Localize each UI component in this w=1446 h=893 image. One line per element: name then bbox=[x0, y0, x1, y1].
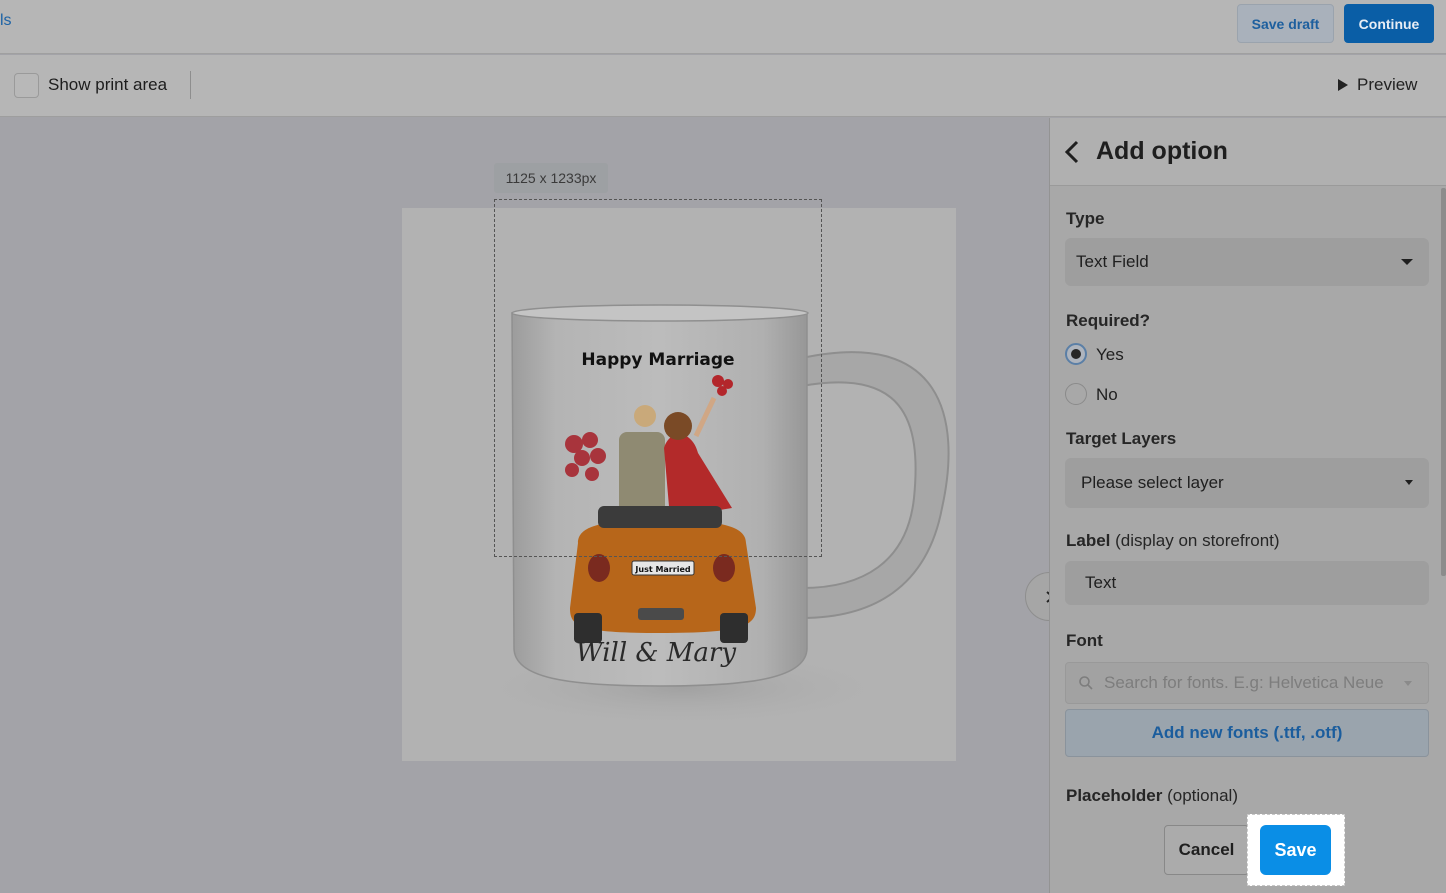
panel-title: Add option bbox=[1096, 137, 1228, 165]
save-button[interactable]: Save bbox=[1260, 825, 1331, 875]
dimension-badge: 1125 x 1233px bbox=[494, 163, 608, 193]
back-icon[interactable] bbox=[1058, 138, 1086, 166]
preview-label: Preview bbox=[1357, 75, 1418, 94]
required-no-radio[interactable] bbox=[1065, 383, 1087, 405]
label-field-title: Label bbox=[1066, 531, 1111, 550]
type-select-value: Text Field bbox=[1076, 252, 1149, 271]
print-area-bounds[interactable] bbox=[494, 199, 822, 557]
font-search-placeholder: Search for fonts. E.g: Helvetica Neue bbox=[1104, 673, 1384, 692]
placeholder-title: Placeholder bbox=[1066, 786, 1163, 805]
cancel-button[interactable]: Cancel bbox=[1164, 825, 1249, 875]
show-print-area-checkbox[interactable] bbox=[14, 73, 39, 98]
target-layers-label: Target Layers bbox=[1066, 429, 1177, 448]
required-yes-radio[interactable] bbox=[1065, 343, 1087, 365]
type-label: Type bbox=[1066, 209, 1105, 228]
label-input-value: Text bbox=[1085, 573, 1117, 592]
caret-down-icon bbox=[1405, 480, 1413, 485]
required-no-label[interactable]: No bbox=[1096, 385, 1118, 405]
type-select[interactable]: Text Field bbox=[1065, 238, 1429, 286]
search-icon bbox=[1079, 676, 1093, 690]
breadcrumb-link[interactable]: ls bbox=[0, 12, 12, 30]
required-yes-label[interactable]: Yes bbox=[1096, 345, 1124, 365]
preview-button[interactable]: Preview bbox=[1338, 75, 1417, 95]
target-layers-select[interactable]: Please select layer bbox=[1065, 458, 1429, 508]
top-bar: ls Save draft Continue bbox=[0, 0, 1446, 54]
font-label: Font bbox=[1066, 631, 1103, 650]
label-input[interactable]: Text bbox=[1065, 561, 1429, 605]
panel-scrollbar[interactable] bbox=[1441, 188, 1446, 576]
plate-text: Just Married bbox=[634, 565, 690, 574]
continue-button[interactable]: Continue bbox=[1344, 4, 1434, 43]
show-print-area-label[interactable]: Show print area bbox=[48, 75, 167, 95]
toolbar-divider bbox=[190, 71, 191, 99]
names-text: Will & Mary bbox=[576, 638, 736, 668]
save-draft-button[interactable]: Save draft bbox=[1237, 4, 1334, 43]
caret-down-icon bbox=[1401, 259, 1413, 265]
font-search-input[interactable]: Search for fonts. E.g: Helvetica Neue bbox=[1065, 662, 1429, 704]
play-icon bbox=[1338, 79, 1348, 91]
add-new-fonts-button[interactable]: Add new fonts (.ttf, .otf) bbox=[1065, 709, 1429, 757]
label-field-label: Label (display on storefront) bbox=[1066, 531, 1280, 551]
target-layers-value: Please select layer bbox=[1081, 473, 1224, 492]
label-field-hint: (display on storefront) bbox=[1115, 531, 1280, 550]
required-label: Required? bbox=[1066, 311, 1151, 330]
placeholder-label: Placeholder (optional) bbox=[1066, 786, 1238, 806]
editor-toolbar: Show print area Preview bbox=[0, 55, 1446, 117]
placeholder-hint: (optional) bbox=[1167, 786, 1238, 805]
panel-header: Add option bbox=[1050, 118, 1446, 186]
caret-down-icon bbox=[1404, 681, 1412, 686]
